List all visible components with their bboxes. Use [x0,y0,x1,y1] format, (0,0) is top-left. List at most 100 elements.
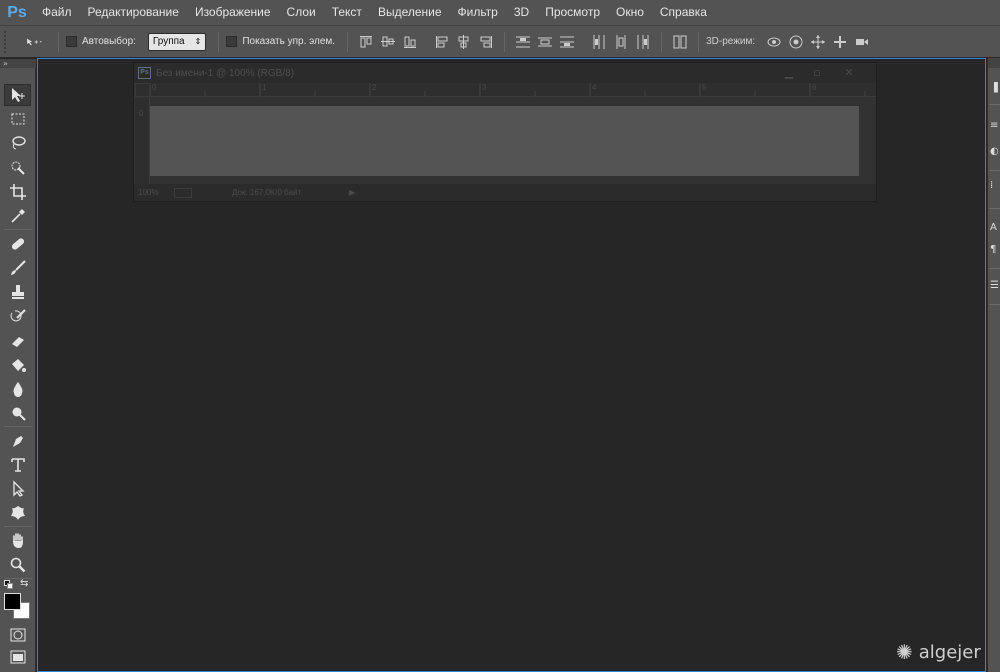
right-panel-dock: ▐ ≡ ◐ ⁞ A ¶ ☰ [987,58,1000,672]
menu-image[interactable]: Изображение [187,0,279,25]
align-top-icon[interactable] [358,34,374,50]
panel-divider [989,304,1000,305]
minimize-icon[interactable]: ▁ [776,65,802,79]
align-left-icon[interactable] [434,34,450,50]
options-separator [661,31,663,52]
document-info: Док: 167,0K/0 байт [232,188,302,197]
3d-drag-icon[interactable] [810,34,826,50]
photoshop-logo: Ps [7,3,27,21]
menu-select[interactable]: Выделение [370,0,450,25]
lasso-tool-icon[interactable] [4,132,31,154]
swap-colors-icon[interactable]: ⇆ [20,578,28,589]
ruler-mark: 6 [812,83,817,92]
right-panel-header[interactable] [988,58,1000,68]
default-colors-icon[interactable] [4,580,14,590]
quick-select-tool-icon[interactable] [4,157,31,179]
panel-divider [989,170,1000,171]
paragraph-panel-icon[interactable]: ¶ [990,244,1000,258]
align-hcenter-icon[interactable] [456,34,472,50]
options-separator [698,31,700,52]
3d-slide-icon[interactable] [832,34,848,50]
show-controls-checkbox[interactable] [226,36,238,47]
menu-type[interactable]: Текст [324,0,370,25]
distribute-top-icon[interactable] [515,34,531,50]
pen-tool-icon[interactable] [4,430,31,452]
ruler-mark: 0 [152,83,157,92]
menu-view[interactable]: Просмотр [537,0,608,25]
type-tool-icon[interactable] [4,454,31,476]
ps-document-icon: Ps [138,67,151,79]
ruler-mark: 2 [372,83,377,92]
autoselect-dropdown[interactable]: Группа ⇕ [147,32,207,51]
menu-3d[interactable]: 3D [506,0,537,25]
paint-bucket-tool-icon[interactable] [4,354,31,376]
status-controls[interactable] [174,187,192,198]
menu-edit[interactable]: Редактирование [80,0,187,25]
move-tool-icon[interactable] [4,84,31,106]
eyedropper-tool-icon[interactable] [4,205,31,227]
brush-tool-icon[interactable] [4,257,31,279]
options-separator [218,31,220,52]
distribute-left-icon[interactable] [591,34,607,50]
character-panel-icon[interactable]: A [990,222,1000,236]
dodge-tool-icon[interactable] [4,402,31,424]
healing-brush-tool-icon[interactable] [4,233,31,255]
distribute-vcenter-icon[interactable] [537,34,553,50]
image-canvas[interactable] [150,106,859,176]
menu-layers[interactable]: Слои [279,0,324,25]
blur-tool-icon[interactable] [4,378,31,400]
status-menu-arrow-icon[interactable]: ▶ [349,188,355,197]
eraser-tool-icon[interactable] [4,330,31,352]
dropdown-arrows-icon: ⇕ [194,37,202,46]
menu-window[interactable]: Окно [608,0,652,25]
menu-bar: Ps Файл Редактирование Изображение Слои … [0,0,1000,25]
move-tool-preset-icon[interactable] [20,34,48,50]
maximize-icon[interactable]: ▫ [804,65,830,79]
align-right-icon[interactable] [478,34,494,50]
properties-panel-icon[interactable]: ≡ [990,120,1000,134]
close-icon[interactable]: ✕ [836,65,862,79]
3d-scale-icon[interactable] [854,34,870,50]
align-bottom-icon[interactable] [402,34,418,50]
tools-separator [4,229,32,230]
adjustments-panel-icon[interactable]: ◐ [990,146,1000,160]
swatches-panel-icon[interactable]: ⁞ [990,180,1000,194]
shape-tool-icon[interactable] [4,502,31,524]
3d-roll-icon[interactable] [788,34,804,50]
path-select-tool-icon[interactable] [4,478,31,500]
history-panel-icon[interactable]: ▐ [990,82,1000,96]
3d-rotate-icon[interactable] [766,34,782,50]
distribute-hcenter-icon[interactable] [613,34,629,50]
options-separator [504,31,506,52]
menu-filter[interactable]: Фильтр [450,0,506,25]
crop-tool-icon[interactable] [4,181,31,203]
tools-panel-header[interactable]: » [0,59,36,68]
zoom-tool-icon[interactable] [4,554,31,576]
zoom-level[interactable]: 100% [138,188,174,197]
options-separator [347,31,349,52]
auto-align-layers-icon[interactable] [672,34,688,50]
distribute-bottom-icon[interactable] [559,34,575,50]
layers-panel-icon[interactable]: ☰ [990,280,1000,294]
horizontal-ruler[interactable]: 0 1 2 3 4 5 6 [150,83,876,97]
menu-help[interactable]: Справка [652,0,715,25]
document-title-bar[interactable]: Ps Без имени-1 @ 100% (RGB/8) ▁ ▫ ✕ [134,63,876,83]
document-window[interactable]: Ps Без имени-1 @ 100% (RGB/8) ▁ ▫ ✕ 0 1 … [133,62,877,202]
vertical-ruler[interactable]: 0 [135,98,150,184]
watermark-text: algejer [918,641,981,663]
menu-file[interactable]: Файл [34,0,80,25]
distribute-right-icon[interactable] [635,34,651,50]
quick-mask-icon[interactable] [4,624,31,646]
autoselect-checkbox[interactable] [66,36,77,47]
options-grip[interactable] [4,30,10,53]
align-vcenter-icon[interactable] [380,34,396,50]
history-brush-tool-icon[interactable] [4,306,31,328]
ruler-origin[interactable] [135,83,150,97]
tools-panel: ⇆ [0,68,36,672]
clone-stamp-tool-icon[interactable] [4,281,31,303]
marquee-tool-icon[interactable] [4,108,31,130]
document-status-bar: 100% Док: 167,0K/0 байт ▶ [134,184,876,201]
foreground-color-swatch[interactable] [4,593,21,610]
hand-tool-icon[interactable] [4,530,31,552]
screen-mode-icon[interactable] [4,646,31,668]
